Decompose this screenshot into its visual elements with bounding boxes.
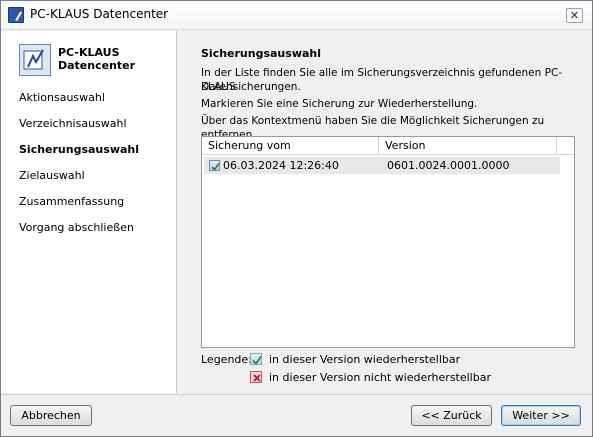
brand-line1: PC-KLAUS — [58, 46, 120, 59]
backup-list[interactable]: Sicherung vom Version 06.03.2024 12:26:4… — [201, 136, 575, 348]
nav-item-aktionsauswahl[interactable]: Aktionsauswahl — [19, 91, 105, 104]
legend-restorable-text: in dieser Version wiederherstellbar — [269, 353, 461, 366]
brand-line2: Datencenter — [58, 59, 136, 72]
legend-not-restorable-text: in dieser Version nicht wiederherstellba… — [269, 371, 491, 384]
cancel-button[interactable]: Abbrechen — [10, 405, 92, 426]
main-panel: Sicherungsauswahl In der Liste finden Si… — [178, 31, 592, 393]
next-button[interactable]: Weiter >> — [501, 405, 581, 426]
wizard-window: PC-KLAUS Datencenter ✕ PC-KLAUS Datencen… — [0, 0, 593, 437]
app-icon — [8, 7, 24, 23]
nav-item-zielauswahl[interactable]: Zielauswahl — [19, 169, 85, 182]
intro-text-line2: Datensicherungen. — [201, 81, 301, 93]
nav-item-vorgang-abschliessen[interactable]: Vorgang abschließen — [19, 221, 134, 234]
title-bar: PC-KLAUS Datencenter ✕ — [1, 1, 592, 30]
page-title: Sicherungsauswahl — [201, 47, 322, 60]
column-header-date[interactable]: Sicherung vom — [202, 137, 379, 155]
column-header-version[interactable]: Version — [379, 137, 557, 155]
nav-item-zusammenfassung[interactable]: Zusammenfassung — [19, 195, 124, 208]
button-bar: Abbrechen << Zurück Weiter >> — [1, 394, 592, 436]
list-header: Sicherung vom Version — [202, 137, 574, 155]
brand-name: PC-KLAUS Datencenter — [58, 46, 135, 72]
table-row[interactable]: 06.03.2024 12:26:40 0601.0024.0001.0000 — [204, 157, 560, 174]
instruction-text: Markieren Sie eine Sicherung zur Wiederh… — [201, 98, 478, 110]
back-button[interactable]: << Zurück — [411, 405, 492, 426]
backup-date: 06.03.2024 12:26:40 — [223, 159, 339, 172]
restorable-icon — [250, 353, 262, 365]
not-restorable-icon — [250, 371, 262, 383]
close-button[interactable]: ✕ — [566, 8, 583, 23]
legend-label: Legende: — [201, 353, 252, 366]
nav-item-sicherungsauswahl[interactable]: Sicherungsauswahl — [19, 143, 139, 156]
sidebar: PC-KLAUS Datencenter Aktionsauswahl Verz… — [1, 31, 177, 393]
logo-icon — [19, 44, 51, 76]
nav-item-verzeichnisauswahl[interactable]: Verzeichnisauswahl — [19, 117, 127, 130]
restorable-icon — [209, 160, 220, 171]
backup-version: 0601.0024.0001.0000 — [387, 159, 510, 172]
window-title: PC-KLAUS Datencenter — [30, 7, 169, 21]
